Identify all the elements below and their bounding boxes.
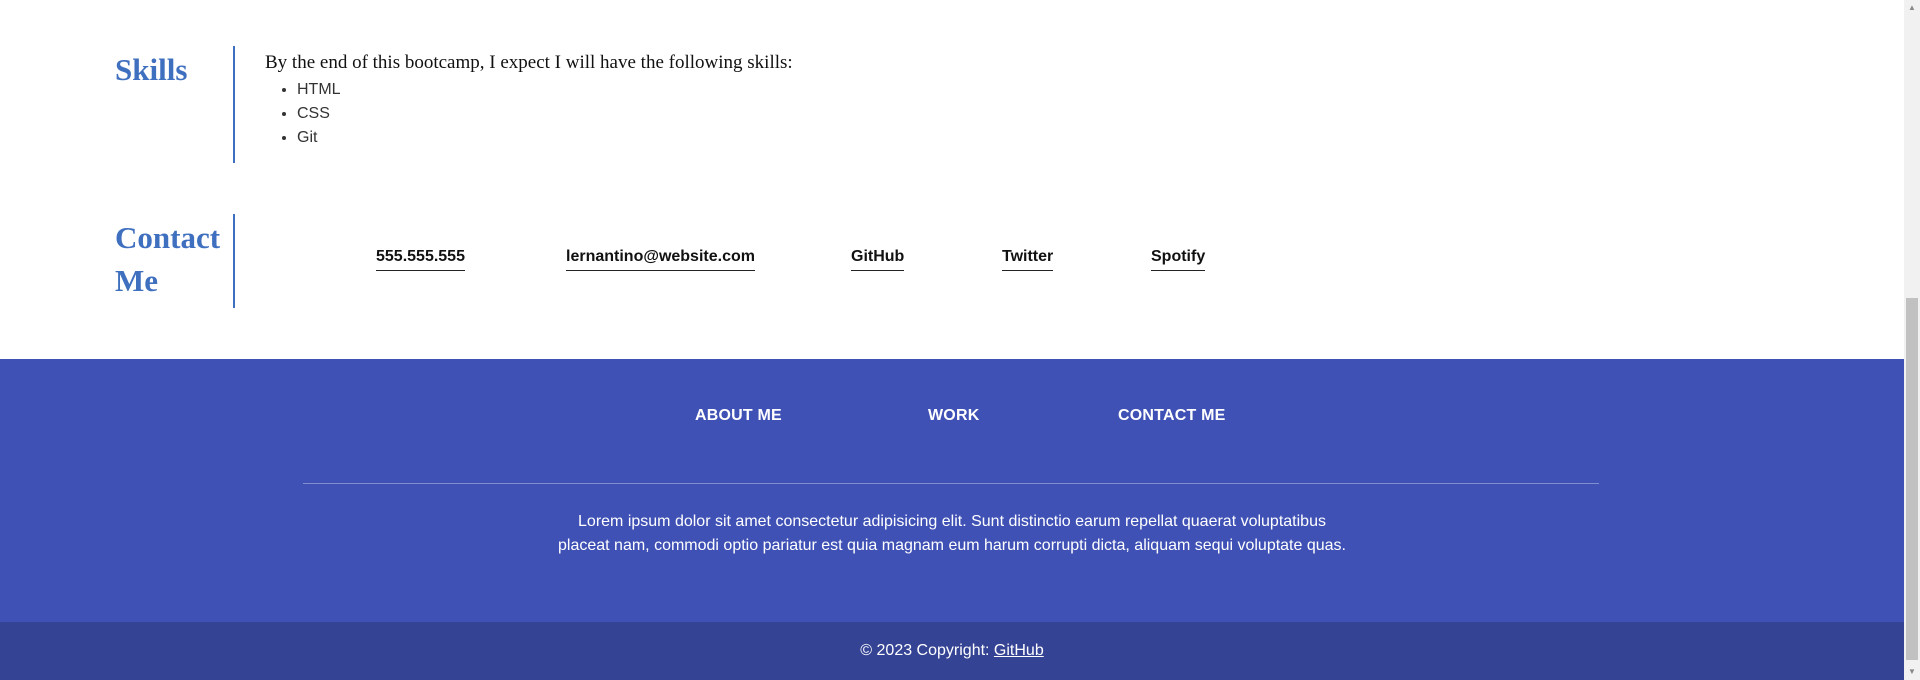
skills-list: HTML CSS Git [265,78,793,150]
footer-text-line2: placeat nam, commodi optio pariatur est … [558,537,1346,554]
skills-section: Skills By the end of this bootcamp, I ex… [115,46,793,163]
footer: ABOUT ME WORK CONTACT ME Lorem ipsum dol… [0,359,1904,622]
contact-section: Contact Me 555.555.555 lernantino@websit… [115,214,1235,308]
contact-title-line1: Contact [115,220,221,255]
skills-title: Skills [115,52,188,87]
contact-title: Contact Me [115,216,233,308]
footer-text: Lorem ipsum dolor sit amet consectetur a… [0,510,1904,558]
footer-nav-contact-me[interactable]: CONTACT ME [1118,407,1225,425]
phone-link[interactable]: 555.555.555 [376,247,465,271]
copyright-text: © 2023 Copyright: [860,642,994,659]
contact-title-line2: Me [115,263,159,298]
copyright-bar: © 2023 Copyright: GitHub [0,622,1904,680]
github-link[interactable]: GitHub [851,247,905,271]
skills-body: By the end of this bootcamp, I expect I … [233,46,793,163]
list-item: CSS [297,102,793,126]
list-item: HTML [297,78,793,102]
spotify-link[interactable]: Spotify [1151,247,1206,271]
footer-nav-work[interactable]: WORK [928,407,979,425]
copyright-github-link[interactable]: GitHub [994,642,1044,659]
page: Skills By the end of this bootcamp, I ex… [0,0,1904,680]
contact-links: 555.555.555 lernantino@website.com GitHu… [233,214,1235,308]
footer-text-line1: Lorem ipsum dolor sit amet consectetur a… [578,513,1326,530]
twitter-link[interactable]: Twitter [1002,247,1054,271]
email-link[interactable]: lernantino@website.com [566,247,755,271]
vertical-scrollbar[interactable]: ▲ ▼ [1904,0,1920,680]
footer-divider [303,483,1599,484]
scroll-down-icon[interactable]: ▼ [1904,664,1920,680]
list-item: Git [297,126,793,150]
scroll-thumb[interactable] [1906,298,1918,660]
skills-intro: By the end of this bootcamp, I expect I … [265,52,793,73]
scroll-up-icon[interactable]: ▲ [1904,0,1920,16]
footer-nav-about-me[interactable]: ABOUT ME [695,407,782,425]
